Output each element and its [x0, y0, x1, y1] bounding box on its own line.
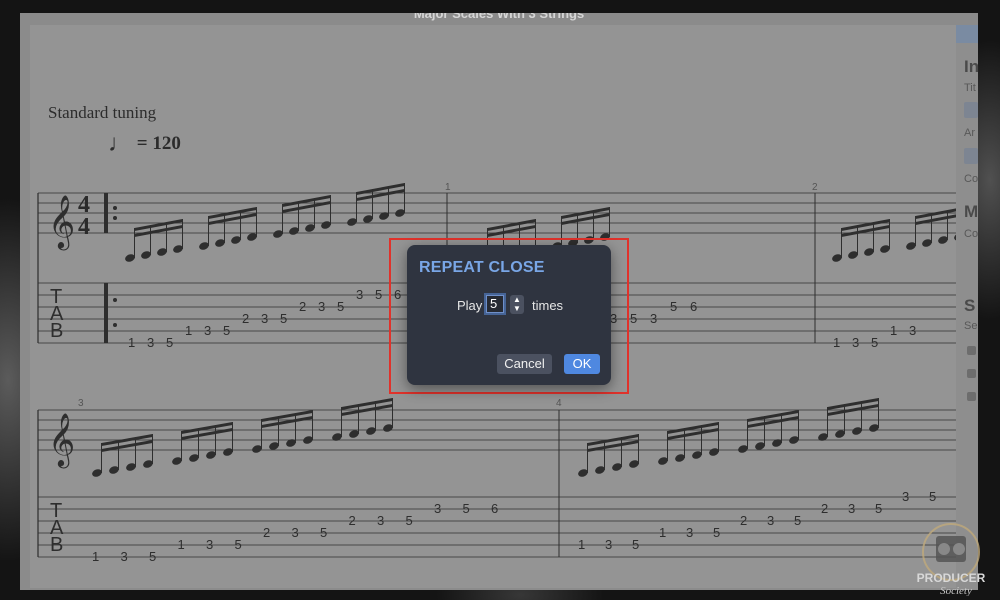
tab-number: 3 — [121, 549, 128, 564]
tab-number: 2 — [242, 311, 249, 326]
tab-number: 3 — [902, 489, 909, 504]
quarter-note-icon: ♩ — [108, 131, 132, 157]
repeat-count-stepper[interactable]: ▲ ▼ — [510, 295, 524, 314]
tab-number: 3 — [852, 335, 859, 350]
tab-number: 1 — [185, 323, 192, 338]
tab-number: 5 — [166, 335, 173, 350]
inspector-heading-settings: S — [964, 296, 976, 315]
tab-number: 5 — [630, 311, 637, 326]
tab-number: 2 — [263, 525, 270, 540]
tab-number: 5 — [929, 489, 936, 504]
inspector-heading-music: M — [964, 202, 979, 221]
checkbox-icon[interactable] — [967, 346, 976, 355]
chevron-up-icon[interactable]: ▲ — [513, 295, 521, 304]
tab-number: 3 — [292, 525, 299, 540]
tab-number: 1 — [890, 323, 897, 338]
tab-number: 3 — [650, 311, 657, 326]
tab-number: 5 — [713, 525, 720, 540]
inspector-label-artist: Ar — [964, 127, 975, 139]
tab-number: 5 — [280, 311, 287, 326]
tab-number: 5 — [871, 335, 878, 350]
inspector-label-composer: Co — [964, 228, 979, 240]
inspector-label-title: Tit — [964, 82, 976, 94]
tab-number: 3 — [909, 323, 916, 338]
tab-number: 5 — [406, 513, 413, 528]
tab-number: 5 — [223, 323, 230, 338]
tab-number: 3 — [686, 525, 693, 540]
ok-button[interactable]: OK — [564, 354, 600, 374]
tab-number: 1 — [92, 549, 99, 564]
inspector-label-copyright: Co — [964, 173, 979, 185]
time-signature-bottom: 4 — [78, 214, 90, 240]
repeat-bar — [104, 283, 108, 343]
repeat-dot — [113, 206, 117, 210]
tab-number: 5 — [149, 549, 156, 564]
tab-number: 1 — [659, 525, 666, 540]
measure-number: 1 — [445, 182, 451, 193]
tab-label: B — [50, 320, 63, 342]
tab-number: 2 — [299, 299, 306, 314]
treble-clef-icon: 𝄞 — [48, 412, 75, 468]
repeat-close-dialog: REPEAT CLOSE Play 5 ▲ ▼ times Cancel OK — [407, 245, 611, 385]
tab-number: 5 — [794, 513, 801, 528]
tab-number: 5 — [632, 537, 639, 552]
inspector-label-section: Se — [964, 320, 978, 332]
checkbox-icon[interactable] — [967, 369, 976, 378]
tab-number: 3 — [356, 287, 363, 302]
tab-label: B — [50, 534, 63, 556]
tab-number: 3 — [318, 299, 325, 314]
tab-number: 6 — [491, 501, 498, 516]
tab-number: 1 — [128, 335, 135, 350]
repeat-dot — [113, 323, 117, 327]
tab-number: 3 — [147, 335, 154, 350]
tab-number: 5 — [875, 501, 882, 516]
repeat-count-input[interactable]: 5 — [486, 295, 504, 313]
inspector-heading-info: In — [964, 57, 980, 76]
times-label: times — [532, 298, 564, 313]
tab-number: 2 — [821, 501, 828, 516]
tab-number: 3 — [767, 513, 774, 528]
treble-clef-icon: 𝄞 — [48, 194, 75, 250]
tab-number: 5 — [337, 299, 344, 314]
measure-number: 3 — [78, 398, 84, 409]
inspector-tab[interactable] — [956, 25, 978, 43]
tab-number: 1 — [833, 335, 840, 350]
cancel-button[interactable]: Cancel — [497, 354, 552, 374]
tab-number: 5 — [320, 525, 327, 540]
tab-number: 5 — [670, 299, 677, 314]
tab-number: 2 — [349, 513, 356, 528]
producer-society-logo: PRODUCER Society — [917, 523, 986, 596]
tab-number: 1 — [178, 537, 185, 552]
play-label: Play — [457, 298, 483, 313]
logo-text-1: PRODUCER — [917, 571, 986, 585]
tab-number: 5 — [235, 537, 242, 552]
chevron-down-icon[interactable]: ▼ — [513, 304, 521, 313]
artist-field[interactable] — [964, 148, 978, 164]
tab-number: 1 — [578, 537, 585, 552]
tab-number: 3 — [206, 537, 213, 552]
tab-number: 3 — [848, 501, 855, 516]
tempo-marking: ♩ = 120 — [108, 131, 181, 158]
tab-number: 3 — [204, 323, 211, 338]
tab-number: 3 — [434, 501, 441, 516]
tab-number: 2 — [740, 513, 747, 528]
logo-text-2: Society — [940, 585, 972, 596]
tab-number: 5 — [375, 287, 382, 302]
measure-number: 4 — [556, 398, 562, 409]
tab-number: 6 — [690, 299, 697, 314]
repeat-dot — [113, 216, 117, 220]
repeat-dot — [113, 298, 117, 302]
tab-number: 3 — [261, 311, 268, 326]
title-field[interactable] — [964, 102, 978, 118]
checkbox-icon[interactable] — [967, 392, 976, 401]
dialog-title: REPEAT CLOSE — [419, 259, 545, 276]
tab-number: 3 — [605, 537, 612, 552]
tempo-value: = 120 — [136, 133, 181, 154]
tab-number: 3 — [377, 513, 384, 528]
tab-number: 5 — [463, 501, 470, 516]
tuning-label: Standard tuning — [48, 103, 157, 122]
measure-number: 2 — [812, 182, 818, 193]
repeat-bar — [104, 193, 108, 233]
